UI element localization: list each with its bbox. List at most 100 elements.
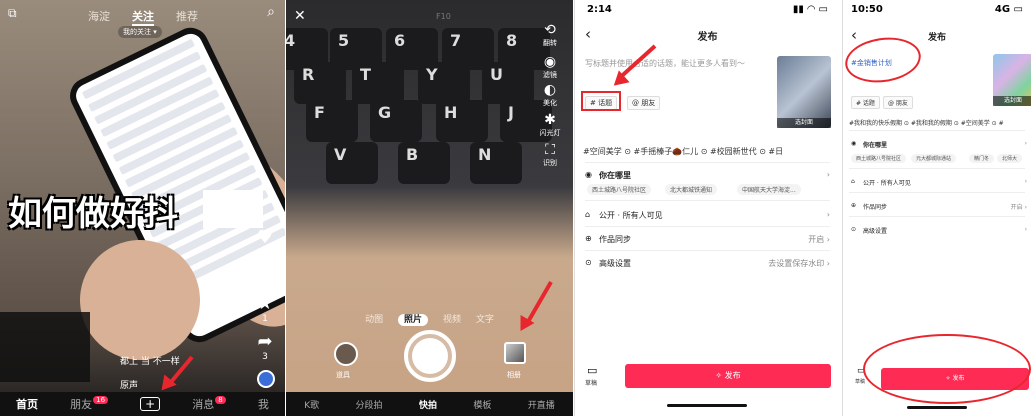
- divider: [849, 130, 1025, 131]
- keyboard-key: F: [306, 100, 358, 142]
- bottom-nav: 首页 朋友 16 + 消息 8 我: [0, 392, 285, 416]
- tab-nearby[interactable]: 海淀: [88, 8, 110, 24]
- nav-messages-label: 消息: [192, 398, 215, 411]
- draft-label[interactable]: 草稿: [855, 378, 865, 385]
- advanced-value: 去设置保存水印 ›: [768, 259, 830, 268]
- draft-label[interactable]: 草稿: [585, 378, 597, 387]
- location-chip[interactable]: 中国航天大学海淀...: [737, 184, 801, 195]
- flip-label: 翻转: [543, 39, 557, 47]
- chevron-right-icon: ›: [1024, 140, 1027, 147]
- filter-label: 滤镜: [543, 71, 557, 79]
- mode-text[interactable]: 文字: [476, 315, 494, 325]
- location-chip[interactable]: 北大都城铁通知: [665, 184, 718, 195]
- nav-friends[interactable]: 朋友 16: [70, 396, 109, 412]
- nav-me[interactable]: 我: [258, 396, 269, 412]
- scan-icon[interactable]: ⧉: [8, 6, 17, 21]
- cover-thumbnail[interactable]: 选封面: [777, 56, 831, 128]
- mode-video[interactable]: 视频: [443, 315, 461, 325]
- nav-home[interactable]: 首页: [16, 396, 38, 412]
- sync-label: 作品同步: [863, 204, 888, 211]
- fn-key-label: F10: [436, 12, 451, 21]
- location-icon: ◉: [851, 140, 857, 147]
- video-caption: 都上 当 不一样: [120, 357, 180, 367]
- friend-chip[interactable]: @ 朋友: [627, 96, 661, 110]
- video-feed-panel: ⧉ 海淀 关注 推荐 ⌕ 我的关注 ▾ 如何做好抖 ♥ 137 ● 9 ★ 1 …: [0, 0, 285, 416]
- advanced-label: 高级设置: [599, 259, 631, 268]
- create-button[interactable]: +: [140, 397, 161, 411]
- props-label: 道具: [336, 371, 350, 379]
- tab-live[interactable]: 开直播: [528, 398, 555, 411]
- choose-cover-label[interactable]: 选封面: [993, 96, 1031, 106]
- suggested-topics[interactable]: #我和我的快乐假期 ⊙ #我和我的假期 ⊙ #空间美学 ⊙ #: [849, 118, 1004, 127]
- messages-badge: 8: [215, 396, 226, 404]
- tab-template[interactable]: 模板: [473, 398, 491, 411]
- tab-karaoke[interactable]: K歌: [304, 398, 319, 411]
- sync-label: 作品同步: [599, 235, 631, 244]
- title-input[interactable]: 写标题并使用合适的话题，能让更多人看到～: [585, 58, 760, 70]
- nav-messages[interactable]: 消息 8: [192, 396, 226, 412]
- tab-quick-shot[interactable]: 快拍: [419, 398, 437, 411]
- visibility-label: 公开 · 所有人可见: [863, 180, 911, 187]
- tab-segment[interactable]: 分段拍: [356, 398, 383, 411]
- chevron-right-icon: ›: [826, 210, 830, 219]
- location-chip[interactable]: 精门冬: [969, 154, 995, 163]
- sync-icon: ⊕: [851, 202, 857, 209]
- keyboard-key: V: [326, 142, 378, 184]
- location-label: 你在哪里: [599, 171, 631, 180]
- text-cover-patch: [203, 190, 263, 228]
- flip-camera-button[interactable]: ⟲ 翻转: [533, 22, 567, 48]
- publish-panel-annotated: 10:50 4G ▭ ‹ 发布 #金销售计划 选封面 # 话题 @ 朋友 #我和…: [842, 0, 1031, 416]
- suggested-topics[interactable]: #空间美学 ⊙ #手摇榛子🌰仁儿 ⊙ #校园新世代 ⊙ #日: [583, 146, 783, 157]
- tab-following[interactable]: 关注: [132, 8, 154, 26]
- draft-icon[interactable]: ▭: [587, 364, 597, 377]
- advanced-value-text: 去设置保存水印: [768, 259, 825, 268]
- props-icon[interactable]: [334, 342, 358, 366]
- cover-thumbnail[interactable]: 选封面: [993, 54, 1031, 106]
- close-icon[interactable]: ✕: [294, 8, 306, 24]
- status-icons: 4G ▭: [994, 4, 1023, 15]
- share-button[interactable]: ➦ 3: [253, 332, 277, 363]
- sync-value: 开启 ›: [808, 235, 830, 244]
- flash-button[interactable]: ✱ 闪光灯: [533, 112, 567, 138]
- music-label[interactable]: 原声: [120, 378, 138, 391]
- following-filter[interactable]: 我的关注 ▾: [118, 26, 162, 38]
- keyboard-key: U: [482, 62, 534, 104]
- like-button[interactable]: ♥ 137: [253, 228, 277, 259]
- camera-bottom-tabs: K歌 分段拍 快拍 模板 开直播: [286, 392, 573, 416]
- sync-value-text: 开启: [808, 235, 825, 244]
- search-icon[interactable]: ⌕: [267, 4, 275, 20]
- status-icons: ▮▮ ◠ ▭: [792, 4, 828, 15]
- topic-chip[interactable]: # 话题: [851, 96, 880, 109]
- comment-button[interactable]: ● 9: [253, 264, 277, 295]
- music-disc-icon[interactable]: [257, 370, 275, 388]
- mode-gif[interactable]: 动图: [365, 315, 383, 325]
- beautify-label: 美化: [543, 99, 557, 107]
- tab-recommend[interactable]: 推荐: [176, 8, 198, 24]
- mode-photo[interactable]: 照片: [398, 314, 429, 326]
- location-chip[interactable]: 元大都城际通站: [911, 154, 957, 163]
- beautify-button[interactable]: ◐ 美化: [533, 82, 567, 108]
- blur-patch: [0, 312, 90, 382]
- favorite-button[interactable]: ★ 1: [253, 294, 277, 325]
- filter-button[interactable]: ◉ 滤镜: [533, 54, 567, 80]
- nav-friends-label: 朋友: [70, 398, 93, 411]
- camera-panel: ✕ F10 4 5 6 7 8 R T Y U F G H J V B N ⟲ 翻…: [286, 0, 573, 416]
- divider: [585, 162, 830, 163]
- annotation-box: [581, 91, 621, 111]
- location-icon: ◉: [585, 170, 592, 179]
- choose-cover-label[interactable]: 选封面: [777, 118, 831, 128]
- keyboard-key: T: [352, 62, 404, 104]
- advanced-label: 高级设置: [863, 228, 888, 235]
- shutter-button[interactable]: [404, 330, 456, 382]
- chevron-right-icon: ›: [1024, 178, 1027, 185]
- publish-button[interactable]: ✧ 发布: [625, 364, 831, 388]
- location-chip[interactable]: 西土城路八号院社区: [851, 154, 907, 163]
- recognize-button[interactable]: ⛶ 识别: [533, 142, 567, 168]
- friend-chip[interactable]: @ 朋友: [883, 96, 913, 109]
- album-icon[interactable]: [504, 342, 526, 364]
- lock-icon: ⌂: [585, 210, 591, 219]
- location-chip[interactable]: 西土城路八号院社区: [587, 184, 652, 195]
- location-chip[interactable]: 北师大: [997, 154, 1023, 163]
- status-time: 2:14: [587, 4, 612, 15]
- keyboard-key: Y: [418, 62, 470, 104]
